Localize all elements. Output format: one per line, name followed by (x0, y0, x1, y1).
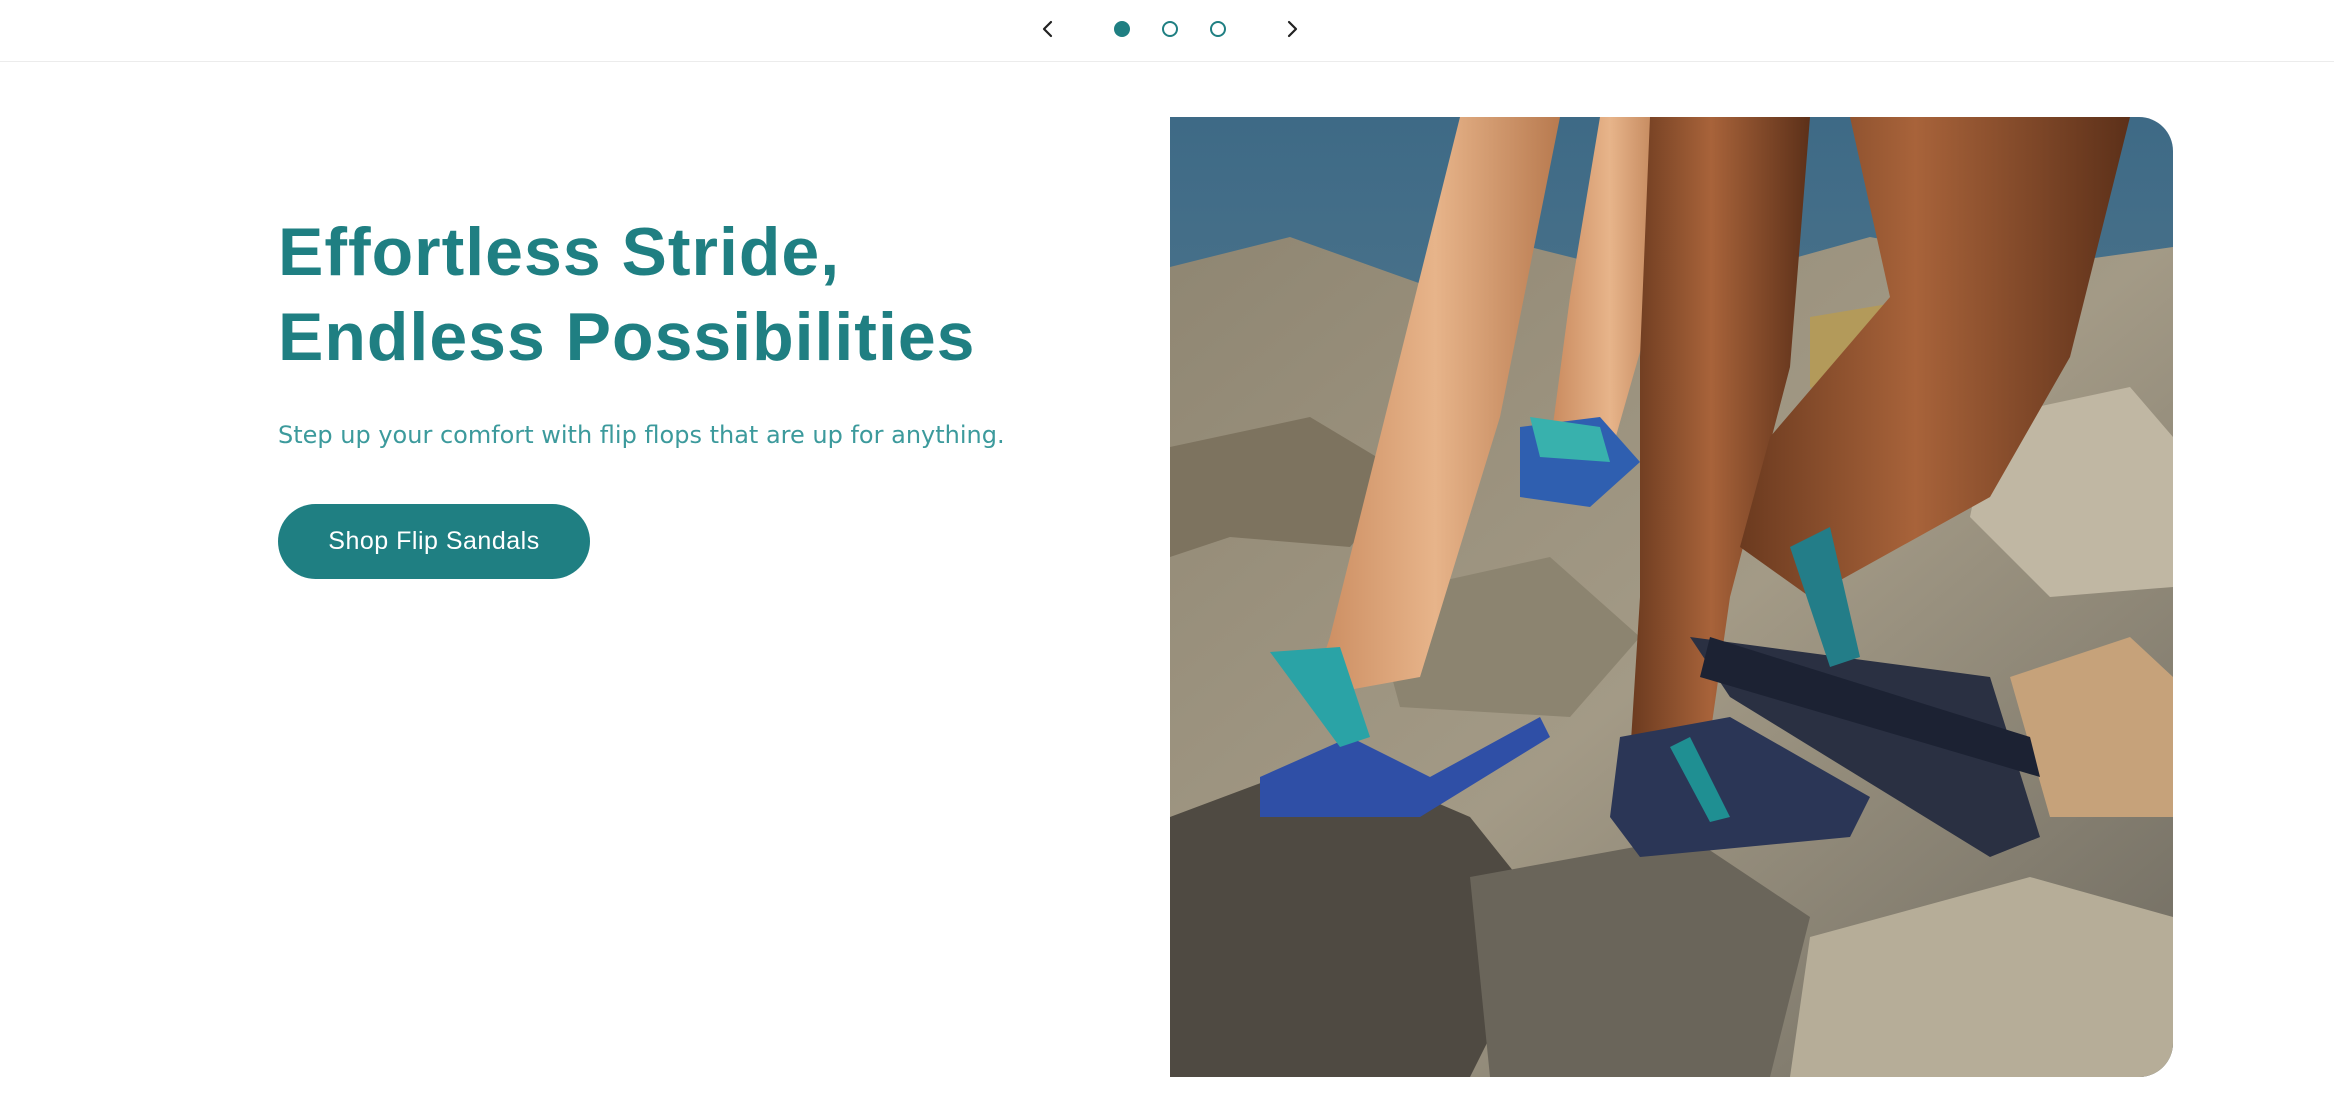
hero-headline: Effortless Stride, Endless Possibilities (278, 210, 1178, 380)
hero-photo (1170, 117, 2173, 1077)
slide-dot-1[interactable] (1114, 21, 1130, 37)
headline-line-2: Endless Possibilities (278, 299, 976, 375)
headline-line-1: Effortless Stride, (278, 214, 841, 290)
previous-slide-button[interactable] (1036, 14, 1060, 44)
next-slide-button[interactable] (1280, 14, 1304, 44)
slide-dot-2[interactable] (1162, 21, 1178, 37)
carousel-controls (0, 0, 2334, 62)
slide-dot-3[interactable] (1210, 21, 1226, 37)
chevron-left-icon (1042, 20, 1053, 38)
chevron-right-icon (1287, 20, 1298, 38)
shop-flip-sandals-button[interactable]: Shop Flip Sandals (278, 504, 590, 579)
hero-subtext: Step up your comfort with flip flops tha… (278, 421, 1005, 449)
